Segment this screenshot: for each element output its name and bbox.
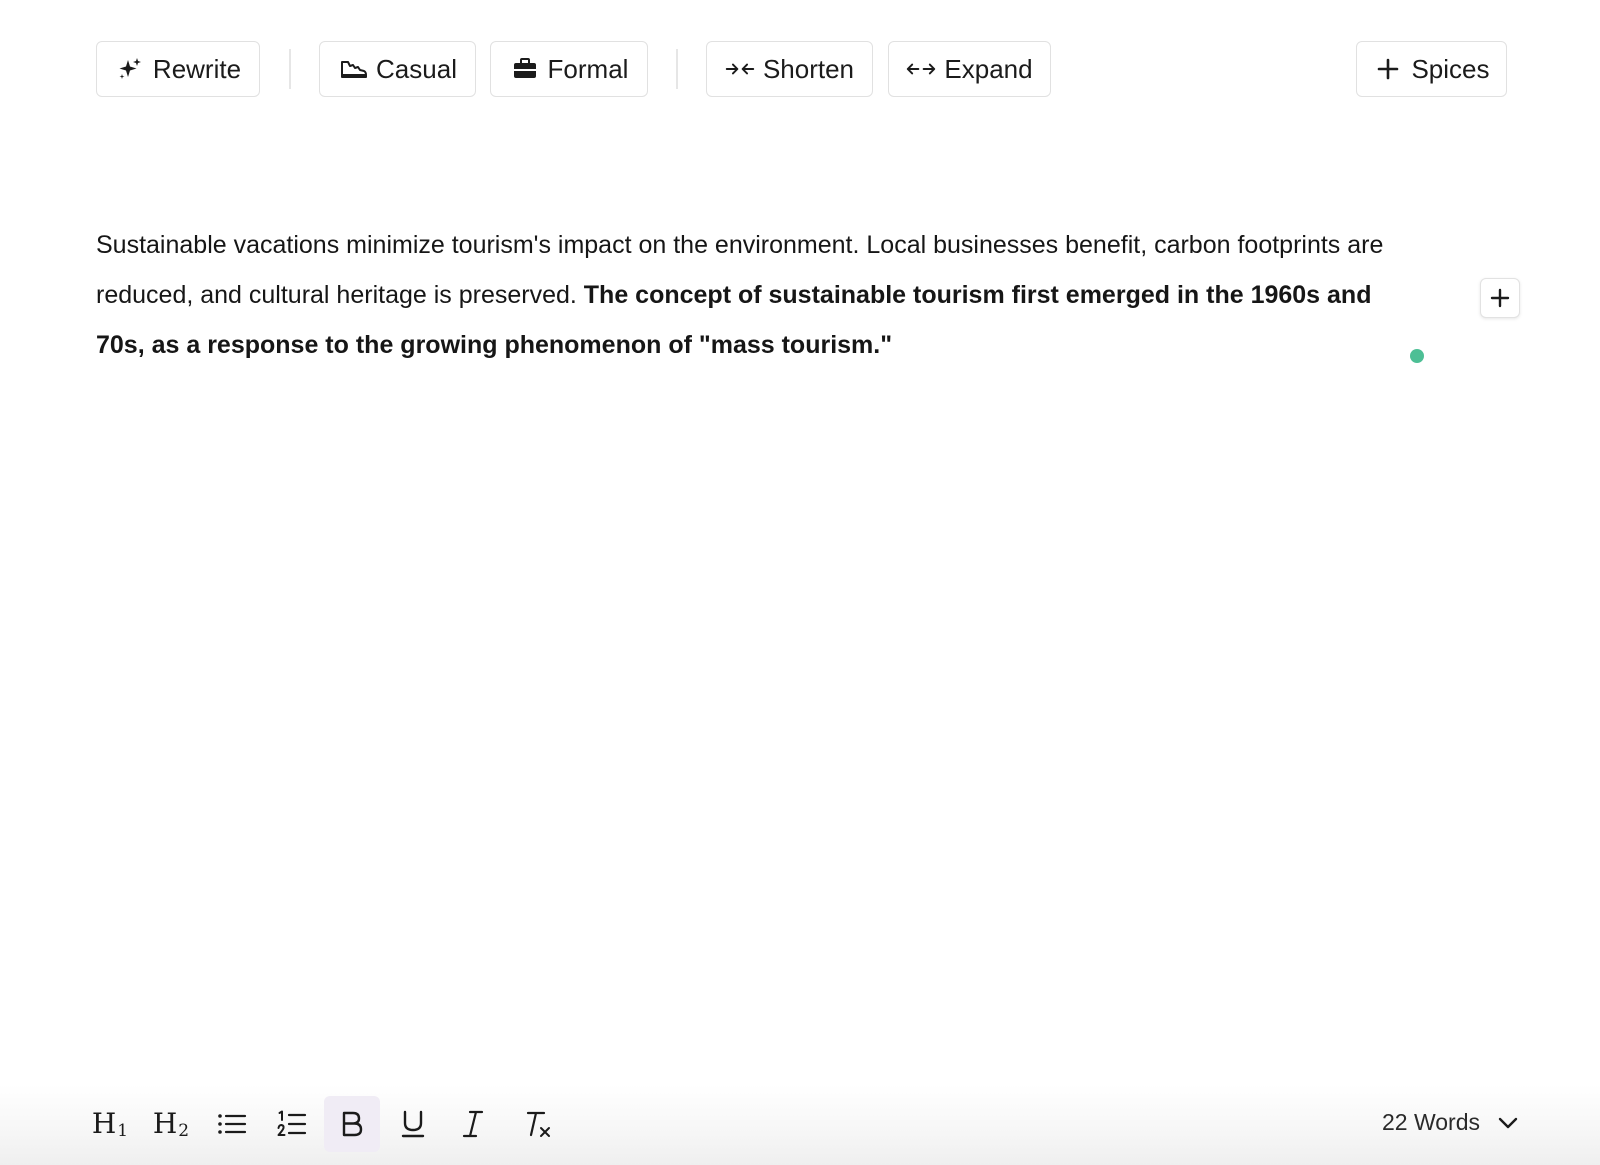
clear-format-button[interactable] — [509, 1096, 565, 1152]
plus-icon — [1490, 288, 1510, 308]
formal-label: Formal — [547, 53, 629, 84]
casual-button[interactable]: Casual — [319, 41, 476, 97]
numbered-list-icon — [277, 1109, 307, 1139]
shorten-button[interactable]: Shorten — [706, 41, 873, 97]
bullet-list-icon — [217, 1111, 247, 1137]
italic-button[interactable] — [445, 1096, 501, 1152]
arrows-inward-icon — [725, 54, 755, 84]
expand-label: Expand — [944, 53, 1033, 84]
expand-button[interactable]: Expand — [888, 41, 1051, 97]
insert-block-button[interactable] — [1480, 278, 1520, 318]
chevron-down-icon — [1497, 1116, 1519, 1130]
spices-label: Spices — [1411, 53, 1490, 84]
toolbar-divider — [676, 49, 678, 89]
status-dot — [1410, 349, 1424, 363]
bullet-list-button[interactable] — [204, 1096, 260, 1152]
numbered-list-button[interactable] — [264, 1096, 320, 1152]
heading-2-button[interactable]: H2 — [143, 1096, 199, 1152]
heading-1-button[interactable]: H1 — [82, 1096, 138, 1152]
italic-icon — [461, 1109, 485, 1139]
bold-button[interactable] — [324, 1096, 380, 1152]
bold-icon — [340, 1110, 364, 1138]
formal-button[interactable]: Formal — [490, 41, 648, 97]
top-toolbar: Rewrite Casual Formal Shorten Expand Spi… — [0, 0, 1600, 140]
editor-page: Rewrite Casual Formal Shorten Expand Spi… — [0, 0, 1600, 1165]
word-count-dropdown[interactable] — [1494, 1109, 1522, 1137]
sparkle-icon — [115, 54, 145, 84]
format-bar: H1 H2 22 Words — [0, 1085, 1600, 1165]
spices-button[interactable]: Spices — [1356, 41, 1507, 97]
rewrite-label: Rewrite — [152, 53, 242, 84]
toolbar-divider — [289, 49, 291, 89]
casual-label: Casual — [376, 53, 457, 84]
underline-button[interactable] — [385, 1096, 441, 1152]
word-count: 22 Words — [1382, 1109, 1481, 1135]
heading-1-icon: H1 — [91, 1107, 129, 1141]
sneaker-icon — [338, 54, 368, 84]
editor-content[interactable]: Sustainable vacations minimize tourism's… — [96, 220, 1426, 370]
plus-icon — [1373, 54, 1403, 84]
arrows-outward-icon — [906, 54, 936, 84]
shorten-label: Shorten — [762, 53, 855, 84]
rewrite-button[interactable]: Rewrite — [96, 41, 260, 97]
briefcase-icon — [510, 54, 540, 84]
clear-format-icon — [521, 1109, 553, 1139]
heading-2-icon: H2 — [152, 1107, 190, 1141]
underline-icon — [400, 1109, 426, 1139]
